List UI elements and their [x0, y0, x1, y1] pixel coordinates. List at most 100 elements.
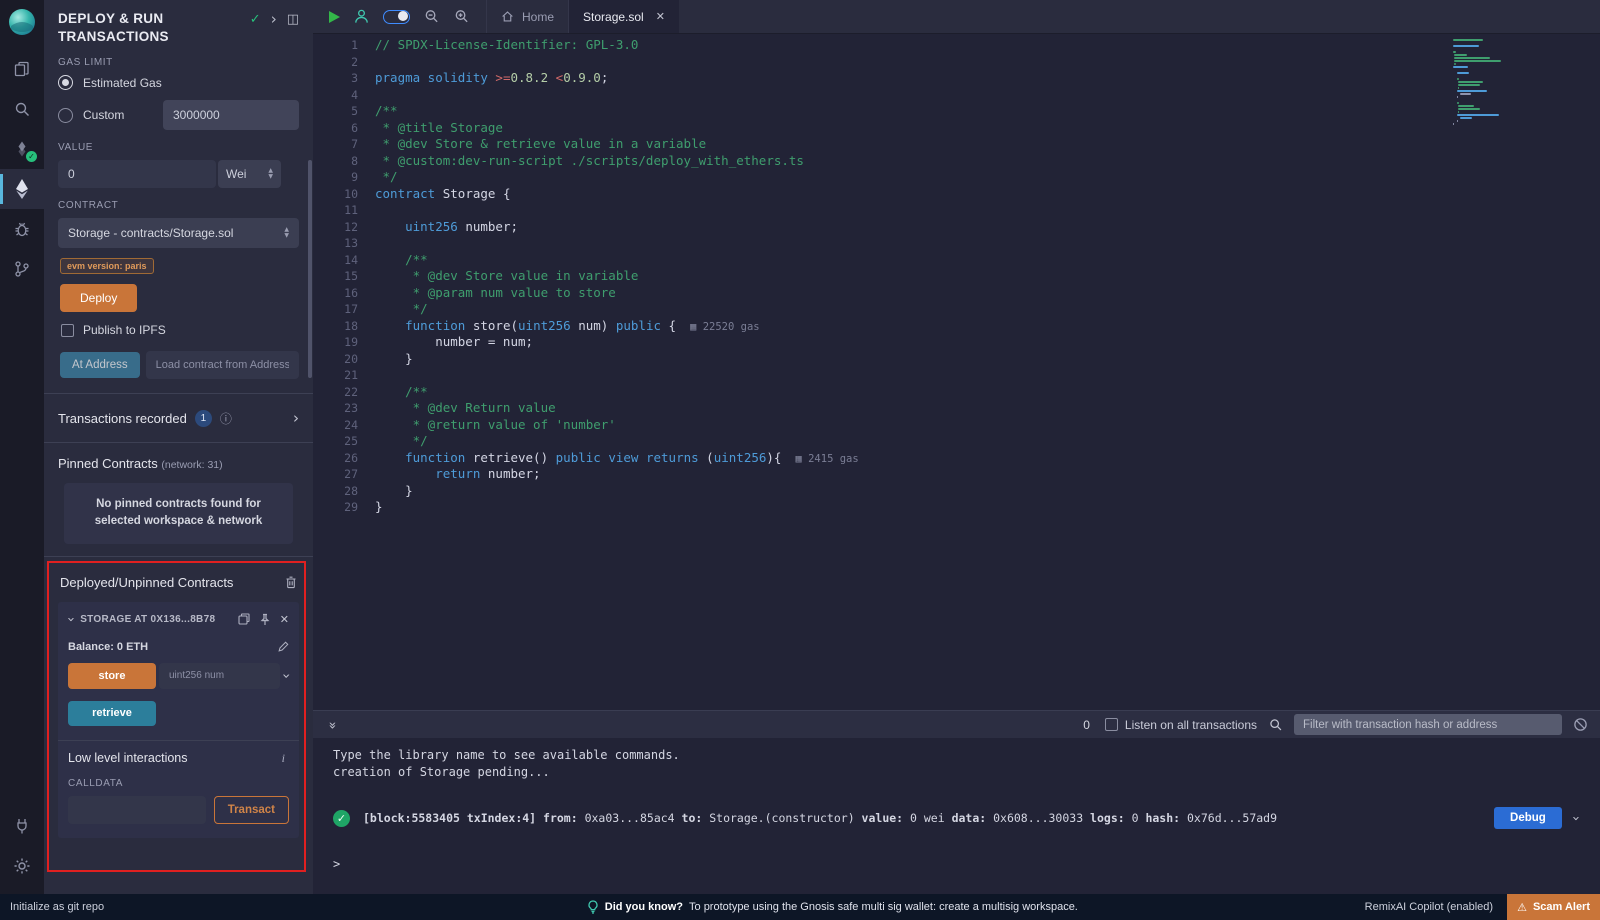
stepper-icon: ▲▼	[268, 168, 273, 180]
remix-ide-window: ✓	[0, 0, 1600, 920]
estimated-gas-label: Estimated Gas	[83, 76, 162, 90]
file-explorer-icon[interactable]	[0, 49, 44, 89]
code-editor[interactable]: 1// SPDX-License-Identifier: GPL-3.023pr…	[313, 34, 1600, 710]
calldata-input[interactable]	[68, 796, 206, 824]
value-unit-select[interactable]: Wei ▲▼	[218, 160, 281, 188]
copilot-toggle[interactable]	[383, 10, 410, 24]
low-level-label: Low level interactions	[68, 751, 188, 765]
pin-panel-icon[interactable]: ◫	[287, 12, 299, 27]
terminal[interactable]: Type the library name to see available c…	[313, 738, 1600, 894]
filter-input[interactable]	[1294, 714, 1562, 735]
deploy-run-panel: DEPLOY & RUN TRANSACTIONS ✓ › ◫ GAS LIMI…	[44, 0, 313, 894]
contract-instance-label: STORAGE AT 0X136...8B78	[80, 614, 231, 625]
run-script-icon[interactable]	[329, 11, 340, 23]
solidity-compiler-icon[interactable]: ✓	[0, 129, 44, 169]
git-icon[interactable]	[0, 249, 44, 289]
terminal-lines: Type the library name to see available c…	[333, 747, 1586, 781]
radio-dot	[58, 108, 73, 123]
balance-label: Balance: 0 ETH	[68, 641, 148, 653]
ai-assistant-icon[interactable]	[353, 8, 370, 25]
tab-storage-label: Storage.sol	[583, 10, 644, 24]
debugger-icon[interactable]	[0, 209, 44, 249]
pinned-empty-message: No pinned contracts found for selected w…	[64, 483, 293, 544]
at-address-input[interactable]	[146, 351, 299, 379]
tab-storage-sol[interactable]: Storage.sol ✕	[568, 0, 679, 33]
listen-all-checkbox[interactable]: Listen on all transactions	[1105, 718, 1257, 732]
gas-limit-label: GAS LIMIT	[58, 57, 299, 68]
info-icon[interactable]: i	[282, 751, 289, 766]
copy-icon[interactable]	[238, 613, 250, 625]
git-init-button[interactable]: Initialize as git repo	[0, 901, 300, 913]
contract-selected-value: Storage - contracts/Storage.sol	[68, 226, 233, 240]
divider	[44, 556, 313, 557]
edit-icon[interactable]	[277, 641, 289, 653]
contract-label: CONTRACT	[58, 200, 299, 211]
divider	[44, 393, 313, 394]
tip-text: To prototype using the Gnosis safe multi…	[689, 901, 1078, 913]
tab-home-label: Home	[522, 10, 554, 24]
trash-icon[interactable]	[285, 576, 297, 589]
minimap[interactable]	[1453, 39, 1523, 126]
close-icon[interactable]: ✕	[280, 613, 289, 626]
editor-tabbar: Home Storage.sol ✕	[313, 0, 1600, 34]
terminal-toolbar: » 0 Listen on all transactions	[313, 710, 1600, 738]
expand-args-icon[interactable]: ›	[278, 673, 294, 679]
transact-button[interactable]: Transact	[214, 796, 289, 824]
retrieve-function-button[interactable]: retrieve	[68, 701, 156, 726]
at-address-button[interactable]: At Address	[60, 352, 140, 378]
icon-panel: ✓	[0, 0, 44, 894]
expand-tx-icon[interactable]: ›	[1568, 815, 1583, 820]
chevron-down-icon[interactable]: ›	[63, 616, 78, 621]
custom-gas-input[interactable]	[163, 100, 299, 130]
success-check-icon: ✓	[333, 810, 350, 827]
estimated-gas-radio[interactable]: Estimated Gas	[58, 75, 299, 90]
transactions-recorded-row: Transactions recorded 1 ⓘ ›	[58, 402, 299, 434]
calldata-label: CALLDATA	[68, 778, 289, 789]
contract-select[interactable]: Storage - contracts/Storage.sol ▲▼	[58, 218, 299, 248]
publish-ipfs-label: Publish to IPFS	[83, 323, 166, 337]
pinned-contracts-title: Pinned Contracts (network: 31)	[58, 451, 299, 481]
zoom-out-icon[interactable]	[423, 8, 440, 25]
transactions-count-badge: 1	[195, 410, 212, 427]
info-icon[interactable]: ⓘ	[220, 410, 232, 427]
main-area: Home Storage.sol ✕ 1// SPDX-License-Iden…	[313, 0, 1600, 894]
panel-scrollbar[interactable]	[308, 160, 312, 378]
compiled-check-badge: ✓	[26, 151, 37, 162]
publish-ipfs-checkbox[interactable]: Publish to IPFS	[61, 323, 299, 337]
zoom-in-icon[interactable]	[453, 8, 470, 25]
did-you-know-tip: Did you know? To prototype using the Gno…	[300, 900, 1365, 914]
value-label: VALUE	[58, 142, 299, 153]
home-icon	[501, 10, 514, 23]
code-lines: 1// SPDX-License-Identifier: GPL-3.023pr…	[313, 34, 1600, 516]
search-icon[interactable]	[1268, 717, 1283, 732]
store-args-input[interactable]	[159, 663, 280, 689]
deployed-section: Deployed/Unpinned Contracts › STORAGE AT…	[58, 565, 299, 838]
remix-logo[interactable]	[7, 7, 37, 37]
transaction-log-row[interactable]: ✓ [block:5583405 txIndex:4] from: 0xa03.…	[333, 807, 1586, 829]
value-input[interactable]	[58, 160, 216, 188]
pin-icon[interactable]	[259, 613, 271, 626]
debug-button[interactable]: Debug	[1494, 807, 1562, 829]
tab-home[interactable]: Home	[486, 0, 568, 33]
deploy-run-icon[interactable]	[0, 169, 44, 209]
copilot-status[interactable]: RemixAI Copilot (enabled)	[1365, 901, 1493, 913]
plugin-manager-icon[interactable]	[0, 806, 44, 846]
scam-alert-badge[interactable]: ⚠ Scam Alert	[1507, 894, 1600, 920]
chevron-right-icon[interactable]: ›	[293, 409, 299, 427]
search-icon[interactable]	[0, 89, 44, 129]
deploy-button[interactable]: Deploy	[60, 284, 137, 312]
panel-title: DEPLOY & RUN TRANSACTIONS	[58, 10, 218, 45]
store-function-button[interactable]: store	[68, 663, 156, 689]
clear-console-icon[interactable]	[1573, 717, 1588, 732]
close-tab-icon[interactable]: ✕	[656, 10, 665, 23]
custom-gas-label: Custom	[83, 108, 124, 122]
deployed-contract-card: › STORAGE AT 0X136...8B78	[58, 602, 299, 838]
divider	[58, 740, 299, 741]
settings-icon[interactable]	[0, 846, 44, 886]
divider	[44, 442, 313, 443]
expand-terminal-icon[interactable]: »	[324, 722, 339, 728]
custom-gas-radio[interactable]: Custom	[58, 108, 124, 123]
listen-all-label: Listen on all transactions	[1125, 718, 1257, 732]
chevron-right-icon[interactable]: ›	[271, 12, 277, 27]
scam-alert-label: Scam Alert	[1533, 901, 1590, 913]
